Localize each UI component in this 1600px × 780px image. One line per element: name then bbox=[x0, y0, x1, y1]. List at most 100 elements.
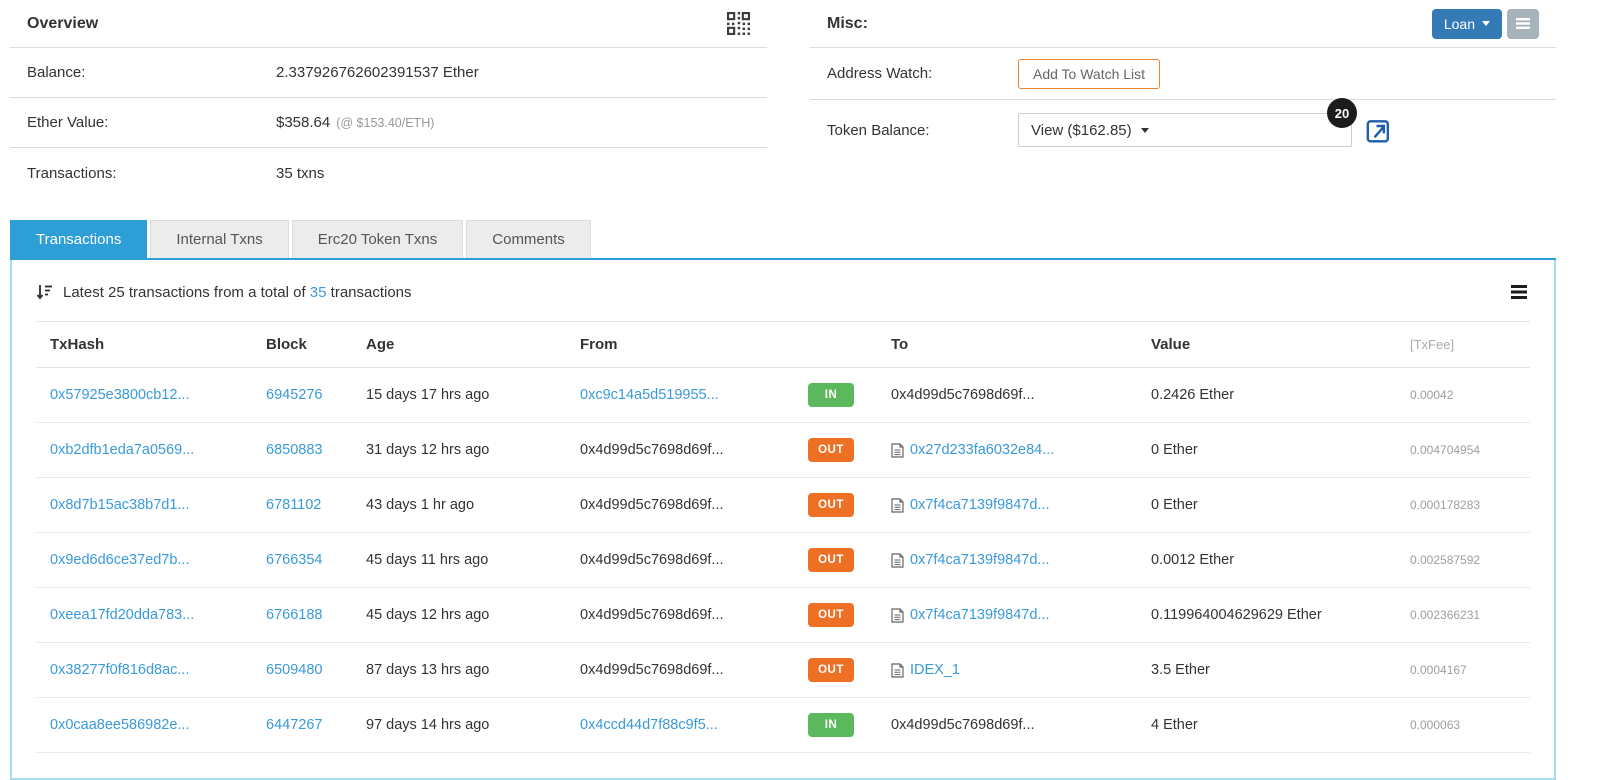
loan-button[interactable]: Loan bbox=[1431, 8, 1502, 39]
transactions-panel: Latest 25 transactions from a total of 3… bbox=[10, 260, 1556, 780]
tab-internal-txns[interactable]: Internal Txns bbox=[150, 220, 289, 258]
txhash-link[interactable]: 0x57925e3800cb12... bbox=[50, 387, 190, 403]
value-text: 0.119964004629629 Ether bbox=[1151, 607, 1322, 623]
txhash-cell: 0x9ed6d6ce37ed7b... bbox=[36, 532, 266, 588]
block-link[interactable]: 6781102 bbox=[266, 497, 321, 513]
txfee-text: 0.002366231 bbox=[1410, 608, 1481, 622]
contract-icon bbox=[891, 553, 904, 568]
txfee-cell: 0.0004167 bbox=[1410, 642, 1530, 698]
to-address-link[interactable]: 0x7f4ca7139f9847d... bbox=[910, 552, 1049, 568]
direction-cell: OUT bbox=[808, 422, 891, 478]
value-cell: 4 Ether bbox=[1151, 697, 1410, 753]
direction-badge: OUT bbox=[808, 658, 854, 682]
to-address-link[interactable]: 0x7f4ca7139f9847d... bbox=[910, 607, 1049, 623]
contract-icon bbox=[891, 498, 904, 513]
summary-total-link[interactable]: 35 bbox=[310, 284, 327, 301]
from-cell: 0x4d99d5c7698d69f... bbox=[580, 587, 808, 643]
header-txhash: TxHash bbox=[36, 321, 266, 368]
value-text: 0.2426 Ether bbox=[1151, 387, 1235, 403]
ether-value-label: Ether Value: bbox=[27, 114, 109, 131]
from-address-link[interactable]: 0xc9c14a5d519955... bbox=[580, 387, 719, 403]
from-address-link[interactable]: 0x4ccd44d7f88c9f5... bbox=[580, 717, 718, 733]
block-link[interactable]: 6766354 bbox=[266, 552, 322, 568]
txfee-cell: 0.002587592 bbox=[1410, 532, 1530, 588]
contract-icon bbox=[891, 663, 904, 678]
to-address-link[interactable]: 0x27d233fa6032e84... bbox=[910, 442, 1054, 458]
value-text: 4 Ether bbox=[1151, 717, 1198, 733]
to-address-link[interactable]: IDEX_1 bbox=[910, 662, 960, 678]
value-cell: 0.0012 Ether bbox=[1151, 532, 1410, 588]
page: Overview Balance: 2.337926762602391537 E… bbox=[0, 0, 1600, 780]
from-cell: 0x4d99d5c7698d69f... bbox=[580, 642, 808, 698]
txhash-link[interactable]: 0xeea17fd20dda783... bbox=[50, 607, 194, 623]
block-link[interactable]: 6945276 bbox=[266, 387, 322, 403]
tab-erc20-token-txns[interactable]: Erc20 Token Txns bbox=[291, 220, 464, 258]
tab-transactions[interactable]: Transactions bbox=[10, 220, 148, 258]
header-to: To bbox=[891, 321, 1151, 368]
block-link[interactable]: 6509480 bbox=[266, 662, 322, 678]
token-balance-label: Token Balance: bbox=[827, 121, 930, 139]
block-link[interactable]: 6766188 bbox=[266, 607, 322, 623]
to-address-link[interactable]: 0x7f4ca7139f9847d... bbox=[910, 497, 1049, 513]
value-text: 3.5 Ether bbox=[1151, 662, 1210, 678]
direction-badge: IN bbox=[808, 713, 854, 737]
table-row: 0x57925e3800cb12... 6945276 15 days 17 hrs… bbox=[36, 367, 1530, 423]
txfee-text: 0.0004167 bbox=[1410, 663, 1467, 677]
age-cell: 43 days 1 hr ago bbox=[366, 477, 580, 533]
value-text: 0.0012 Ether bbox=[1151, 552, 1235, 568]
token-balance-row: Token Balance: View ($162.85) 20 bbox=[810, 98, 1556, 160]
misc-header: Misc: Loan bbox=[810, 0, 1556, 48]
tab-comments[interactable]: Comments bbox=[466, 220, 591, 258]
table-row: 0x8d7b15ac38b7d1... 6781102 43 days 1 hr a… bbox=[36, 477, 1530, 533]
table-header-row: TxHash Block Age From To Value [TxFee] bbox=[36, 321, 1530, 368]
contract-icon bbox=[891, 608, 904, 623]
from-address-text: 0x4d99d5c7698d69f... bbox=[580, 552, 724, 568]
loan-button-label: Loan bbox=[1443, 15, 1475, 32]
txhash-link[interactable]: 0xb2dfb1eda7a0569... bbox=[50, 442, 194, 458]
direction-badge: IN bbox=[808, 383, 854, 407]
table-row: 0x38277f0f816d8ac... 6509480 87 days 13 hr… bbox=[36, 642, 1530, 698]
options-button[interactable] bbox=[1507, 8, 1539, 39]
txfee-text: 0.004704954 bbox=[1410, 443, 1481, 457]
txfee-cell: 0.004704954 bbox=[1410, 422, 1530, 478]
direction-cell: OUT bbox=[808, 532, 891, 588]
header-age: Age bbox=[366, 321, 580, 368]
balance-row: Balance: 2.337926762602391537 Ether bbox=[10, 48, 767, 98]
header-value: Value bbox=[1151, 321, 1410, 368]
value-cell: 0 Ether bbox=[1151, 422, 1410, 478]
balance-label: Balance: bbox=[27, 64, 86, 81]
summary-row: Latest 25 transactions from a total of 3… bbox=[12, 260, 1554, 321]
expand-button[interactable] bbox=[1365, 116, 1392, 144]
table-menu-icon[interactable] bbox=[1508, 284, 1530, 300]
token-balance-dropdown[interactable]: View ($162.85) bbox=[1018, 113, 1352, 147]
summary-text: Latest 25 transactions from a total of 3… bbox=[63, 284, 412, 301]
txfee-text: 0.002587592 bbox=[1410, 553, 1481, 567]
txhash-link[interactable]: 0x38277f0f816d8ac... bbox=[50, 662, 189, 678]
block-cell: 6447267 bbox=[266, 697, 366, 753]
table-row: 0x9ed6d6ce37ed7b... 6766354 45 days 11 hrs… bbox=[36, 532, 1530, 588]
txfee-cell: 0.00042 bbox=[1410, 367, 1530, 423]
age-text: 45 days 11 hrs ago bbox=[366, 552, 489, 568]
age-text: 31 days 12 hrs ago bbox=[366, 442, 490, 458]
block-link[interactable]: 6850883 bbox=[266, 442, 322, 458]
age-text: 15 days 17 hrs ago bbox=[366, 387, 490, 403]
qr-code-icon[interactable] bbox=[727, 12, 750, 35]
header-direction bbox=[808, 321, 891, 368]
age-text: 97 days 14 hrs ago bbox=[366, 717, 490, 733]
txhash-link[interactable]: 0x8d7b15ac38b7d1... bbox=[50, 497, 190, 513]
direction-cell: OUT bbox=[808, 587, 891, 643]
txhash-link[interactable]: 0x9ed6d6ce37ed7b... bbox=[50, 552, 190, 568]
age-cell: 15 days 17 hrs ago bbox=[366, 367, 580, 423]
add-to-watch-list-button[interactable]: Add To Watch List bbox=[1018, 58, 1161, 89]
misc-title: Misc: bbox=[827, 14, 868, 32]
value-cell: 0 Ether bbox=[1151, 477, 1410, 533]
direction-cell: OUT bbox=[808, 642, 891, 698]
value-text: 0 Ether bbox=[1151, 442, 1198, 458]
age-text: 87 days 13 hrs ago bbox=[366, 662, 490, 678]
sort-amount-icon bbox=[36, 283, 54, 301]
direction-cell: IN bbox=[808, 367, 891, 423]
txhash-link[interactable]: 0x0caa8ee586982e... bbox=[50, 717, 190, 733]
block-link[interactable]: 6447267 bbox=[266, 717, 322, 733]
txfee-cell: 0.000063 bbox=[1410, 697, 1530, 753]
chevron-down-icon bbox=[1140, 127, 1149, 133]
